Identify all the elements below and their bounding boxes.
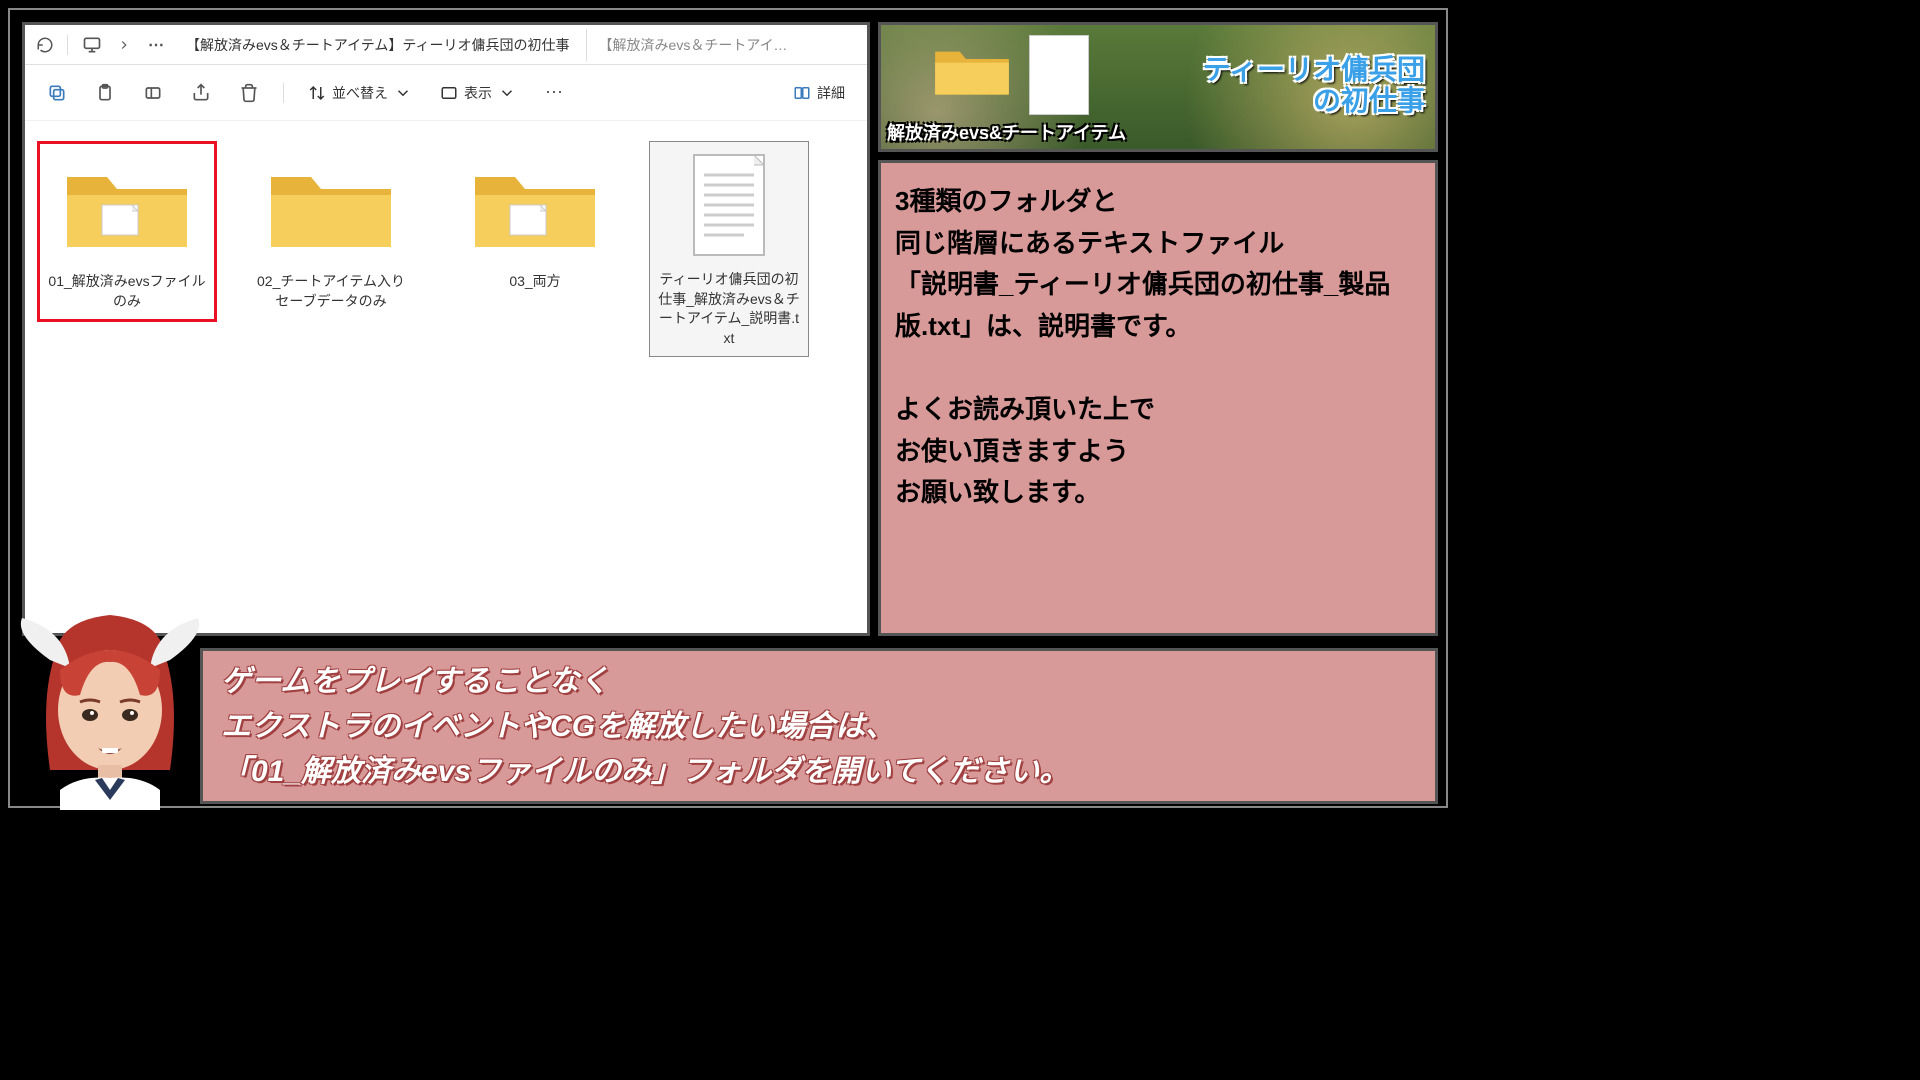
file-explorer-window: ⋯ 【解放済みevs＆チートアイテム】ティーリオ傭兵団の初仕事 【解放済みevs…: [22, 22, 870, 636]
view-label: 表示: [464, 83, 492, 103]
folder-item-01[interactable]: 01_解放済みevsファイルのみ: [37, 141, 217, 322]
banner-caption: 解放済みevs&チートアイテム: [887, 119, 1126, 145]
details-label: 詳細: [817, 83, 845, 103]
item-label: 02_チートアイテム入りセーブデータのみ: [252, 272, 410, 311]
info-panel: 3種類のフォルダと 同じ階層にあるテキストファイル 「説明書_ティーリオ傭兵団の…: [878, 160, 1438, 636]
file-list: 01_解放済みevsファイルのみ 02_チートアイテム入りセーブデータのみ 03…: [25, 121, 867, 377]
tab-inactive[interactable]: 【解放済みevs＆チートアイテム: [586, 29, 806, 61]
share-icon[interactable]: [181, 73, 221, 113]
details-button[interactable]: 詳細: [783, 73, 855, 113]
view-button[interactable]: 表示: [430, 73, 526, 113]
monitor-icon[interactable]: [78, 31, 106, 59]
info-text: 3種類のフォルダと 同じ階層にあるテキストファイル 「説明書_ティーリオ傭兵団の…: [895, 181, 1421, 514]
forward-icon[interactable]: [110, 31, 138, 59]
tab-bar: ⋯ 【解放済みevs＆チートアイテム】ティーリオ傭兵団の初仕事 【解放済みevs…: [25, 25, 867, 65]
paste-icon[interactable]: [85, 73, 125, 113]
banner-thumbs: [929, 35, 1089, 115]
chevron-down-icon: [394, 84, 412, 102]
item-label: 03_両方: [509, 272, 560, 292]
folder-icon: [465, 152, 605, 262]
explorer-toolbar: 並べ替え 表示 ⋯ 詳細: [25, 65, 867, 121]
folder-icon: [57, 152, 197, 262]
banner-title: ティーリオ傭兵団 の初仕事: [1203, 55, 1425, 117]
more-dots-icon[interactable]: ⋯: [142, 31, 170, 59]
header-banner: ティーリオ傭兵団 の初仕事 解放済みevs&チートアイテム: [878, 22, 1438, 152]
refresh-icon[interactable]: [33, 33, 57, 57]
folder-item-02[interactable]: 02_チートアイテム入りセーブデータのみ: [241, 141, 421, 322]
item-label: 01_解放済みevsファイルのみ: [48, 272, 206, 311]
more-icon[interactable]: ⋯: [534, 73, 574, 113]
rename-icon[interactable]: [133, 73, 173, 113]
delete-icon[interactable]: [229, 73, 269, 113]
chevron-down-icon: [498, 84, 516, 102]
text-file-item[interactable]: ティーリオ傭兵団の初仕事_解放済みevs＆チートアイテム_説明書.txt: [649, 141, 809, 357]
copy-icon[interactable]: [37, 73, 77, 113]
item-label: ティーリオ傭兵団の初仕事_解放済みevs＆チートアイテム_説明書.txt: [658, 270, 800, 348]
sort-button[interactable]: 並べ替え: [298, 73, 422, 113]
dialogue-panel: ゲームをプレイすることなく エクストラのイベントやCGを解放したい場合は、 「0…: [200, 648, 1438, 804]
folder-icon: [261, 152, 401, 262]
dialogue-text: ゲームをプレイすることなく エクストラのイベントやCGを解放したい場合は、 「0…: [221, 659, 1069, 794]
folder-icon: [929, 35, 1015, 105]
tab-active[interactable]: 【解放済みevs＆チートアイテム】ティーリオ傭兵団の初仕事: [174, 29, 582, 61]
text-document-icon: [659, 150, 799, 260]
document-icon: [1029, 35, 1089, 115]
folder-item-03[interactable]: 03_両方: [445, 141, 625, 303]
sort-label: 並べ替え: [332, 83, 388, 103]
